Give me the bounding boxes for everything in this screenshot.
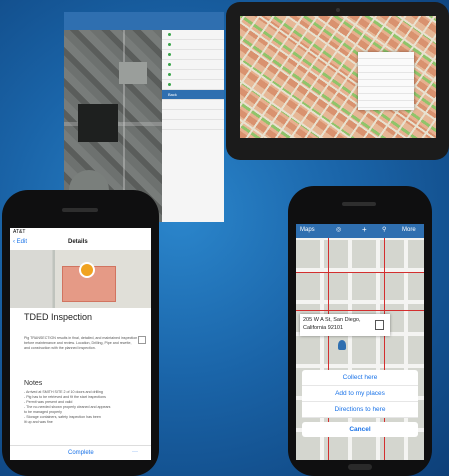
tablet-left-status-bar — [64, 12, 224, 30]
share-icon[interactable] — [375, 320, 384, 330]
popup-row[interactable] — [358, 101, 414, 108]
home-indicator[interactable] — [348, 464, 372, 470]
status-dot-icon — [168, 43, 171, 46]
tablet-right-parcel-map[interactable] — [240, 16, 436, 138]
pipeline-line — [296, 272, 424, 273]
map-toolbar: Maps ◎ + ⚲ More — [296, 224, 424, 238]
phone-left-screen: AT&T ‹ Edit Details TDED Inspection Pig … — [10, 228, 151, 460]
status-dot-icon — [168, 33, 171, 36]
panel-row[interactable] — [162, 80, 224, 90]
compass-icon[interactable]: ◎ — [336, 226, 341, 233]
speaker-grille — [342, 202, 376, 206]
carrier-label: AT&T — [13, 229, 26, 235]
tablet-left-side-panel: Back — [162, 30, 224, 222]
popup-row[interactable] — [358, 66, 414, 73]
map-pin-icon — [79, 262, 95, 278]
detail-map-preview[interactable] — [10, 250, 151, 308]
popup-row[interactable] — [358, 80, 414, 87]
popup-row[interactable] — [358, 94, 414, 101]
add-to-my-places-button[interactable]: Add to my places — [302, 386, 418, 402]
record-title: TDED Inspection — [24, 312, 93, 322]
pipeline-line — [296, 310, 424, 311]
edit-icon[interactable] — [138, 336, 146, 344]
notes-text: - Arrived at SMITH SITE 2 of 10 doors an… — [24, 390, 111, 424]
status-dot-icon — [168, 63, 171, 66]
panel-row — [162, 110, 224, 120]
directions-to-here-button[interactable]: Directions to here — [302, 402, 418, 418]
popup-row[interactable] — [358, 87, 414, 94]
address-callout[interactable]: 205 W A St, San Diego, California 92101 — [300, 314, 390, 336]
panel-row[interactable] — [162, 50, 224, 60]
navigation-bar: ‹ Edit Details — [10, 236, 151, 250]
callout-line-1: 205 W A St, San Diego, — [303, 317, 361, 323]
panel-row[interactable] — [162, 70, 224, 80]
more-button[interactable]: More — [402, 227, 416, 233]
phone-right-device: Maps ◎ + ⚲ More 205 W A St, San Diego, C… — [288, 186, 432, 476]
map-popup-menu — [358, 52, 414, 110]
panel-row[interactable] — [162, 40, 224, 50]
action-sheet: Collect here Add to my places Directions… — [302, 370, 418, 437]
panel-row[interactable] — [162, 30, 224, 40]
callout-line-2: California 92101 — [303, 325, 344, 331]
notes-heading: Notes — [24, 380, 43, 387]
maps-button[interactable]: Maps — [300, 227, 315, 233]
panel-row — [162, 100, 224, 110]
panel-row[interactable] — [162, 60, 224, 70]
back-button[interactable]: ‹ Edit — [13, 239, 27, 245]
location-marker-icon — [338, 340, 346, 350]
building-roof — [78, 104, 118, 142]
phone-right-screen: Maps ◎ + ⚲ More 205 W A St, San Diego, C… — [296, 224, 424, 460]
status-bar: AT&T — [10, 228, 151, 236]
building-roof — [119, 62, 147, 84]
record-description: Pig TRANSECTION results in final, detail… — [24, 336, 138, 350]
popup-row[interactable] — [358, 59, 414, 66]
speaker-grille — [62, 208, 98, 212]
search-icon[interactable]: ⚲ — [382, 226, 386, 233]
complete-button[interactable]: Complete — [68, 450, 94, 456]
more-icon[interactable]: ··· — [132, 449, 138, 455]
popup-row[interactable] — [358, 73, 414, 80]
bottom-toolbar: Complete ··· — [10, 445, 151, 460]
page-title: Details — [68, 239, 88, 245]
status-dot-icon — [168, 53, 171, 56]
phone-left-device: AT&T ‹ Edit Details TDED Inspection Pig … — [2, 190, 159, 476]
collect-here-button[interactable]: Collect here — [302, 370, 418, 386]
panel-row — [162, 120, 224, 130]
add-icon[interactable]: + — [362, 225, 367, 234]
popup-row[interactable] — [358, 52, 414, 59]
status-dot-icon — [168, 83, 171, 86]
camera-icon — [336, 8, 340, 12]
tablet-right-device — [226, 2, 449, 160]
status-dot-icon — [168, 73, 171, 76]
cancel-button[interactable]: Cancel — [302, 422, 418, 437]
panel-back-header[interactable]: Back — [162, 90, 224, 100]
